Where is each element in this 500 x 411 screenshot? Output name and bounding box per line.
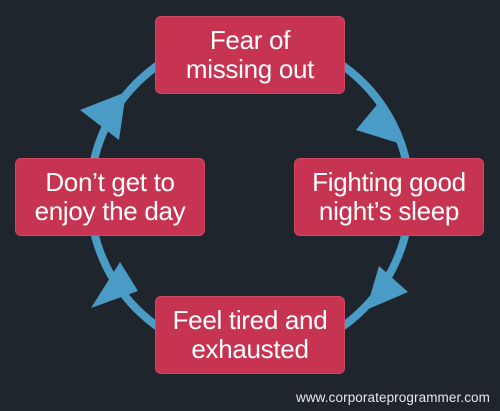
node-fighting-sleep: Fighting good night’s sleep [294, 158, 484, 236]
node-dont-enjoy-day: Don’t get to enjoy the day [15, 158, 205, 236]
node-fear-of-missing-out: Fear of missing out [155, 16, 345, 94]
watermark: www.corporateprogrammer.com [295, 390, 490, 405]
cycle-diagram: Fear of missing out Fighting good night’… [0, 0, 500, 411]
node-feel-tired: Feel tired and exhausted [155, 296, 345, 374]
